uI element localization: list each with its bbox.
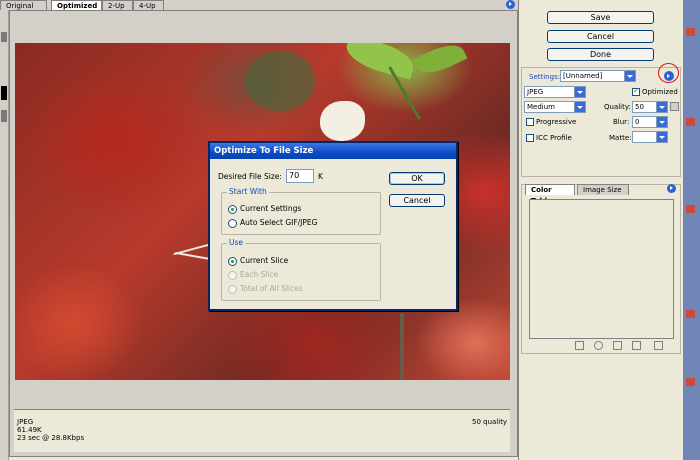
each-slice-label: Each Slice <box>240 270 279 279</box>
icc-profile-label: ICC Profile <box>536 134 572 142</box>
chevron-down-icon <box>574 87 585 97</box>
highlight-circle <box>658 63 679 83</box>
color-table-area[interactable] <box>529 199 674 339</box>
progressive-checkbox[interactable] <box>526 118 534 126</box>
green-leaf <box>342 43 418 80</box>
info-bar: JPEG 61.49K 23 sec @ 28.8Kbps 50 quality <box>14 409 510 452</box>
optimize-panel: Save Cancel Done Settings: [Unnamed] JPE… <box>518 0 684 460</box>
current-slice-radio[interactable] <box>228 257 237 266</box>
trash-icon[interactable] <box>654 341 663 350</box>
done-button[interactable]: Done <box>547 48 654 61</box>
quality-level-select[interactable]: Medium <box>524 101 586 113</box>
chevron-down-icon <box>656 132 667 142</box>
settings-value: [Unnamed] <box>563 72 603 80</box>
format-value: JPEG <box>527 88 544 96</box>
save-button[interactable]: Save <box>547 11 654 24</box>
use-label: Use <box>227 238 246 248</box>
lock-color-icon[interactable] <box>613 341 622 350</box>
auto-select-label: Auto Select GIF/JPEG <box>240 218 318 227</box>
chevron-right-icon <box>656 102 667 112</box>
checkmark-icon: ✓ <box>633 86 640 95</box>
quality-label: Quality: <box>604 103 631 111</box>
stem <box>400 313 404 380</box>
chevron-down-icon <box>574 102 585 112</box>
optimize-to-file-size-dialog: Optimize To File Size Desired File Size:… <box>208 141 458 311</box>
total-slices-radio <box>228 285 237 294</box>
progressive-label: Progressive <box>536 118 577 126</box>
view-tabs: Original Optimized 2-Up 4-Up <box>0 0 520 10</box>
start-with-label: Start With <box>227 187 269 197</box>
blur-value: 0 <box>635 118 640 126</box>
start-with-group: Start With Current Settings Auto Select … <box>221 187 381 235</box>
chevron-down-icon <box>624 71 635 81</box>
map-color-icon[interactable] <box>575 341 584 350</box>
settings-label: Settings: <box>529 73 561 81</box>
color-table-menu-arrow-icon[interactable] <box>667 184 676 193</box>
current-settings-radio[interactable] <box>228 205 237 214</box>
tab-color-table[interactable]: Color Table <box>525 184 575 205</box>
info-quality: 50 quality <box>472 418 508 426</box>
new-color-icon[interactable] <box>632 341 641 350</box>
quality-mask-icon[interactable] <box>670 102 679 111</box>
dialog-cancel-button[interactable]: Cancel <box>389 194 445 207</box>
zoom-tool-icon[interactable] <box>1 86 7 100</box>
matte-label: Matte: <box>609 134 632 142</box>
scroll-arrow-icon[interactable] <box>686 118 695 126</box>
info-size: 61.49K <box>17 426 42 434</box>
dialog-title: Optimize To File Size <box>210 143 456 159</box>
tab-2-up[interactable]: 2-Up <box>102 0 133 10</box>
tab-image-size[interactable]: Image Size <box>577 184 629 195</box>
scroll-arrow-icon[interactable] <box>686 205 695 213</box>
file-size-unit: K <box>318 172 323 181</box>
left-tool-strip <box>0 10 9 460</box>
use-group: Use Current Slice Each Slice Total of Al… <box>221 238 381 301</box>
ok-button[interactable]: OK <box>389 172 445 185</box>
scroll-arrow-icon[interactable] <box>686 310 695 318</box>
chevron-right-icon <box>656 117 667 127</box>
desired-file-size-label: Desired File Size: <box>218 172 282 181</box>
green-blur <box>245 51 315 111</box>
quality-level-value: Medium <box>527 103 555 111</box>
blur-label: Blur: <box>613 118 630 126</box>
info-download-time: 23 sec @ 28.8Kbps <box>17 434 85 442</box>
blur-input[interactable]: 0 <box>632 116 668 128</box>
each-slice-radio <box>228 271 237 280</box>
settings-select[interactable]: [Unnamed] <box>560 70 636 82</box>
scroll-arrow-icon[interactable] <box>686 378 695 386</box>
current-settings-label: Current Settings <box>240 204 302 213</box>
tab-4-up[interactable]: 4-Up <box>133 0 164 10</box>
green-leaf <box>412 43 468 80</box>
quality-input[interactable]: 50 <box>632 101 668 113</box>
tab-original[interactable]: Original <box>0 0 47 10</box>
white-flower <box>320 101 365 141</box>
quality-value: 50 <box>635 103 644 111</box>
icc-profile-checkbox[interactable] <box>526 134 534 142</box>
tab-menu-arrow-icon[interactable] <box>506 0 515 9</box>
desired-file-size-input[interactable]: 70 <box>286 169 314 183</box>
eyedropper-icon[interactable] <box>1 110 7 122</box>
auto-select-radio[interactable] <box>228 219 237 228</box>
current-slice-label: Current Slice <box>240 256 289 265</box>
cancel-button[interactable]: Cancel <box>547 30 654 43</box>
white-stamen <box>175 251 211 261</box>
total-slices-label: Total of All Slices <box>240 284 303 293</box>
format-select[interactable]: JPEG <box>524 86 586 98</box>
hand-tool-icon[interactable] <box>1 32 7 42</box>
matte-select[interactable] <box>632 131 668 143</box>
web-shift-icon[interactable] <box>594 341 603 350</box>
optimized-checkbox[interactable]: ✓ <box>632 86 640 96</box>
desktop-strip <box>683 0 700 460</box>
optimized-label: Optimized <box>642 88 678 96</box>
tab-optimized[interactable]: Optimized <box>51 0 102 10</box>
info-format: JPEG <box>17 418 34 426</box>
scroll-arrow-icon[interactable] <box>686 28 695 36</box>
